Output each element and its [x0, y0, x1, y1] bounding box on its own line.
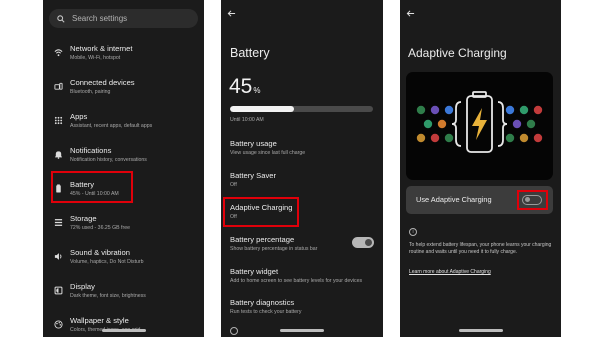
storage-icon — [54, 219, 63, 226]
battery-percentage-toggle[interactable] — [352, 237, 374, 248]
battery-level-fill — [230, 106, 295, 112]
item-subtitle: Add to home screen to see battery levels… — [230, 278, 363, 284]
learn-more-link[interactable]: Learn more about Adaptive Charging — [409, 269, 491, 275]
battery-usage-item[interactable]: Battery usage View usage since last full… — [230, 139, 375, 156]
percent-sign: % — [253, 86, 261, 95]
settings-item-subtitle: Assistant, recent apps, default apps — [70, 123, 153, 129]
settings-item-subtitle: Bluetooth, pairing — [70, 89, 111, 95]
settings-item-wallpaper[interactable]: Wallpaper & style Colors, themed icons, … — [43, 314, 204, 337]
item-subtitle: View usage since last full charge — [230, 150, 306, 156]
settings-item-subtitle: Volume, haptics, Do Not Disturb — [70, 259, 144, 265]
adaptive-charging-screen: Adaptive Charging Use Adaptive Charging … — [400, 0, 561, 337]
settings-screen: Search settings Network & internet Mobil… — [43, 0, 204, 337]
battery-saver-item[interactable]: Battery Saver Off — [230, 171, 375, 188]
app-dot-icon — [444, 105, 454, 115]
app-dot-icon — [430, 133, 440, 143]
highlight-box — [223, 197, 299, 227]
lightning-bolt-icon — [472, 108, 487, 140]
settings-item-display[interactable]: Display Dark theme, font size, brightnes… — [43, 280, 204, 312]
battery-until-label: Until 10:00 AM — [230, 117, 264, 123]
app-dot-icon — [519, 105, 529, 115]
back-arrow-icon[interactable] — [406, 9, 415, 18]
palette-icon — [54, 320, 63, 329]
app-dot-icon — [437, 119, 447, 129]
settings-item-title: Connected devices — [70, 78, 135, 87]
battery-diagnostics-item[interactable]: Battery diagnostics Run tests to check y… — [230, 298, 375, 315]
app-dot-icon — [519, 133, 529, 143]
info-icon — [230, 327, 238, 335]
app-dot-icon — [505, 133, 515, 143]
settings-item-title: Notifications — [70, 146, 112, 155]
app-dot-icon — [526, 119, 536, 129]
home-indicator — [280, 329, 324, 332]
search-icon — [57, 14, 65, 23]
battery-widget-item[interactable]: Battery widget Add to home screen to see… — [230, 267, 375, 284]
bell-icon — [55, 151, 62, 159]
page-title: Battery — [230, 46, 270, 60]
item-subtitle: Off — [230, 182, 237, 188]
app-dot-icon — [416, 105, 426, 115]
percent-value: 45 — [229, 75, 253, 98]
app-dot-icon — [533, 133, 543, 143]
toggle-knob — [365, 239, 372, 246]
speaker-icon — [54, 253, 62, 260]
settings-item-title: Network & internet — [70, 44, 133, 53]
connected-devices-icon — [54, 82, 63, 90]
settings-item-title: Apps — [70, 112, 88, 121]
settings-item-title: Storage — [70, 214, 97, 223]
wifi-icon — [54, 49, 63, 57]
battery-level-bar — [230, 106, 373, 112]
battery-percentage: 45% — [229, 75, 260, 99]
search-bar[interactable]: Search settings — [49, 9, 198, 28]
highlight-box — [51, 171, 133, 203]
highlight-box — [517, 190, 548, 210]
settings-item-network[interactable]: Network & internet Mobile, Wi-Fi, hotspo… — [43, 42, 204, 74]
item-subtitle: Run tests to check your battery — [230, 309, 302, 315]
info-icon: i — [409, 228, 417, 236]
app-dot-icon — [423, 119, 433, 129]
search-placeholder: Search settings — [72, 14, 128, 23]
settings-item-subtitle: Mobile, Wi-Fi, hotspot — [70, 55, 121, 61]
item-title: Battery usage — [230, 139, 277, 148]
settings-item-title: Display — [70, 282, 95, 291]
back-arrow-icon[interactable] — [227, 9, 236, 18]
battery-screen: Battery 45% Until 10:00 AM Battery usage… — [221, 0, 383, 337]
settings-item-apps[interactable]: Apps Assistant, recent apps, default app… — [43, 110, 204, 142]
settings-item-connected-devices[interactable]: Connected devices Bluetooth, pairing — [43, 76, 204, 108]
app-dot-icon — [505, 105, 515, 115]
item-title: Battery Saver — [230, 171, 277, 180]
app-dot-icon — [416, 133, 426, 143]
app-dot-icon — [512, 119, 522, 129]
apps-grid-icon — [54, 116, 63, 125]
page-title: Adaptive Charging — [408, 46, 507, 60]
settings-item-title: Wallpaper & style — [70, 316, 129, 325]
description-text: To help extend battery lifespan, your ph… — [409, 242, 552, 255]
settings-item-subtitle: 72% used - 36.25 GB free — [70, 225, 130, 231]
settings-item-storage[interactable]: Storage 72% used - 36.25 GB free — [43, 212, 204, 244]
adaptive-charging-illustration — [406, 72, 553, 180]
battery-bolt-illustration — [416, 91, 543, 153]
app-dot-icon — [444, 133, 454, 143]
display-icon — [54, 286, 63, 295]
item-title: Battery widget — [230, 267, 279, 276]
home-indicator — [101, 329, 146, 332]
right-brace-icon — [497, 101, 508, 147]
home-indicator — [458, 329, 503, 332]
app-dot-icon — [430, 105, 440, 115]
settings-item-subtitle: Notification history, conversations — [70, 157, 147, 163]
toggle-label: Use Adaptive Charging — [416, 195, 492, 204]
app-dot-icon — [533, 105, 543, 115]
left-brace-icon — [451, 101, 462, 147]
settings-item-title: Sound & vibration — [70, 248, 130, 257]
item-title: Battery diagnostics — [230, 298, 295, 307]
settings-item-subtitle: Dark theme, font size, brightness — [70, 293, 146, 299]
settings-item-sound[interactable]: Sound & vibration Volume, haptics, Do No… — [43, 246, 204, 278]
